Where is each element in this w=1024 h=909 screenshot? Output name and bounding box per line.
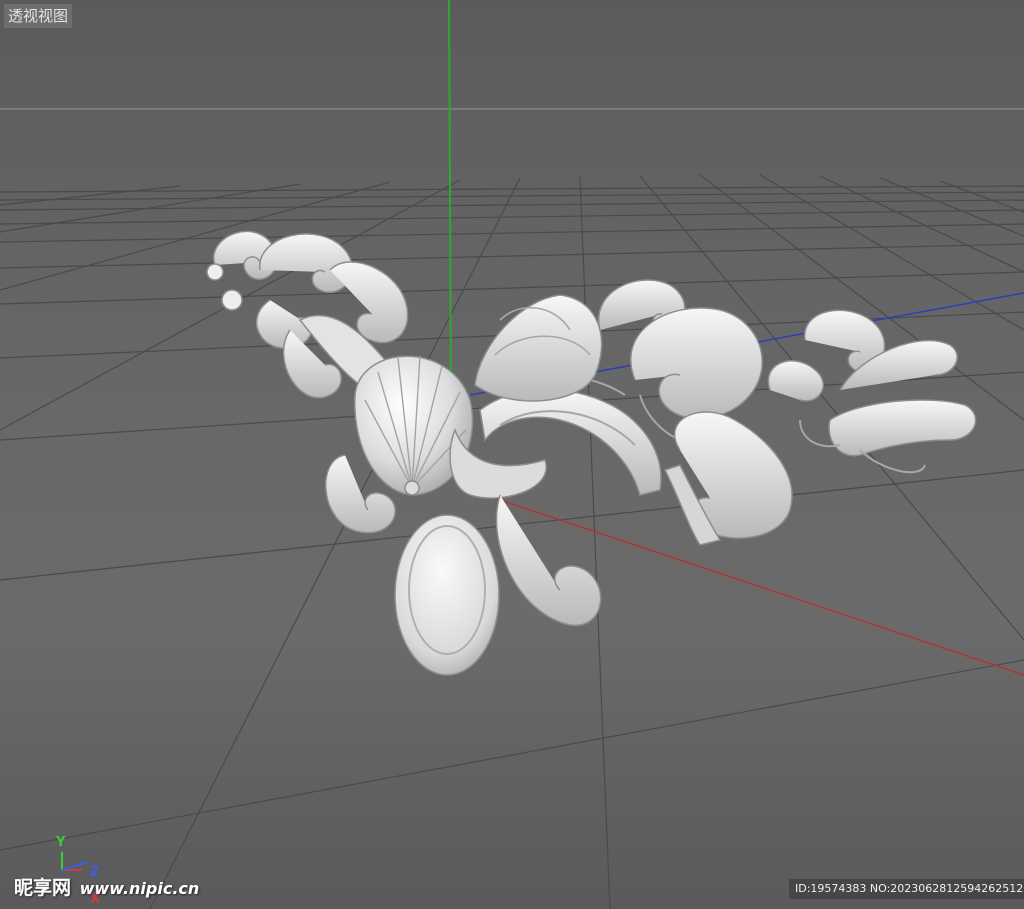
watermark-url: www.nipic.cn <box>79 879 200 898</box>
image-id-badge: ID:19574383 NO:20230628125942625129 <box>789 879 1024 899</box>
world-y-axis <box>448 0 452 396</box>
viewport-scene[interactable]: Y Z X <box>0 0 1024 909</box>
site-watermark: 昵享网 www.nipic.cn <box>14 876 199 901</box>
gizmo-y-label: Y <box>55 835 66 850</box>
watermark-site-name: 昵享网 <box>14 877 72 899</box>
perspective-viewport[interactable]: Y Z X 透视视图 昵享网 www.nipic.cn ID:19574383 … <box>0 0 1024 909</box>
viewport-name-label[interactable]: 透视视图 <box>4 4 73 28</box>
